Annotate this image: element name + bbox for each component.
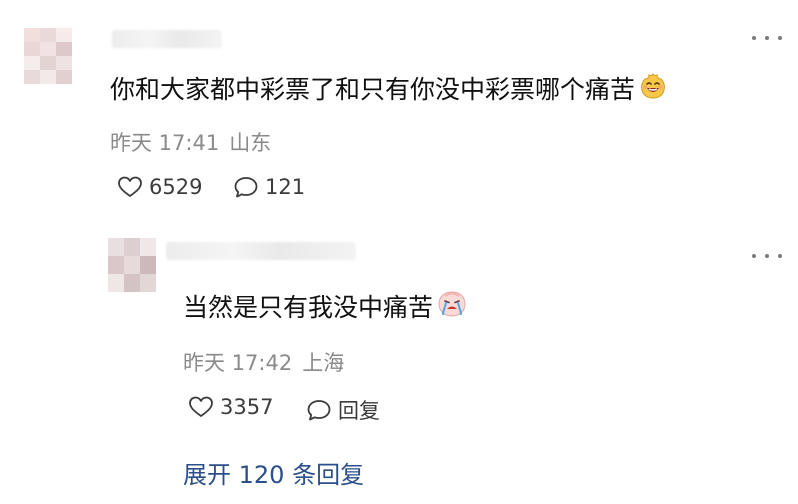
comment-text-row: 你和大家都中彩票了和只有你没中彩票哪个痛苦: [110, 72, 667, 108]
like-count: 6529: [149, 175, 203, 199]
ip-location: 山东: [229, 131, 272, 155]
comment-text: 你和大家都中彩票了和只有你没中彩票哪个痛苦: [110, 75, 636, 104]
heart-icon: [118, 176, 142, 197]
comment-bubble-icon: [234, 177, 258, 198]
comment-meta: 昨天 17:41 山东: [110, 127, 271, 157]
reply-text-row: 当然是只有我没中痛苦: [183, 290, 467, 326]
crying-emoji-icon: [437, 290, 467, 326]
heart-icon: [189, 396, 213, 417]
more-icon[interactable]: [752, 248, 782, 264]
reply-label: 回复: [338, 399, 380, 423]
ip-location: 上海: [302, 351, 345, 375]
username[interactable]: [112, 30, 222, 48]
avatar[interactable]: [24, 28, 72, 84]
reply-button[interactable]: 回复: [306, 395, 380, 425]
avatar[interactable]: [108, 238, 156, 292]
grin-emoji-icon: [639, 72, 667, 108]
reply-comment: 当然是只有我没中痛苦 昨天 17:42 上海 3357 回复: [0, 230, 798, 504]
reply-count: 121: [265, 175, 306, 199]
timestamp: 昨天 17:41: [110, 131, 220, 155]
timestamp: 昨天 17:42: [183, 351, 293, 375]
comment: 你和大家都中彩票了和只有你没中彩票哪个痛苦 昨天 17:41 山东 6529 12…: [0, 0, 798, 230]
like-button[interactable]: 3357: [188, 395, 273, 419]
reply-text: 当然是只有我没中痛苦: [183, 293, 434, 322]
comment-bubble-icon: [307, 400, 331, 421]
username[interactable]: [166, 242, 356, 260]
like-button[interactable]: 6529: [117, 175, 202, 199]
more-icon[interactable]: [752, 30, 782, 46]
reply-button[interactable]: 121: [233, 175, 305, 199]
reply-meta: 昨天 17:42 上海: [183, 347, 344, 377]
like-count: 3357: [220, 395, 274, 419]
expand-replies-link[interactable]: 展开 120 条回复: [183, 455, 364, 490]
